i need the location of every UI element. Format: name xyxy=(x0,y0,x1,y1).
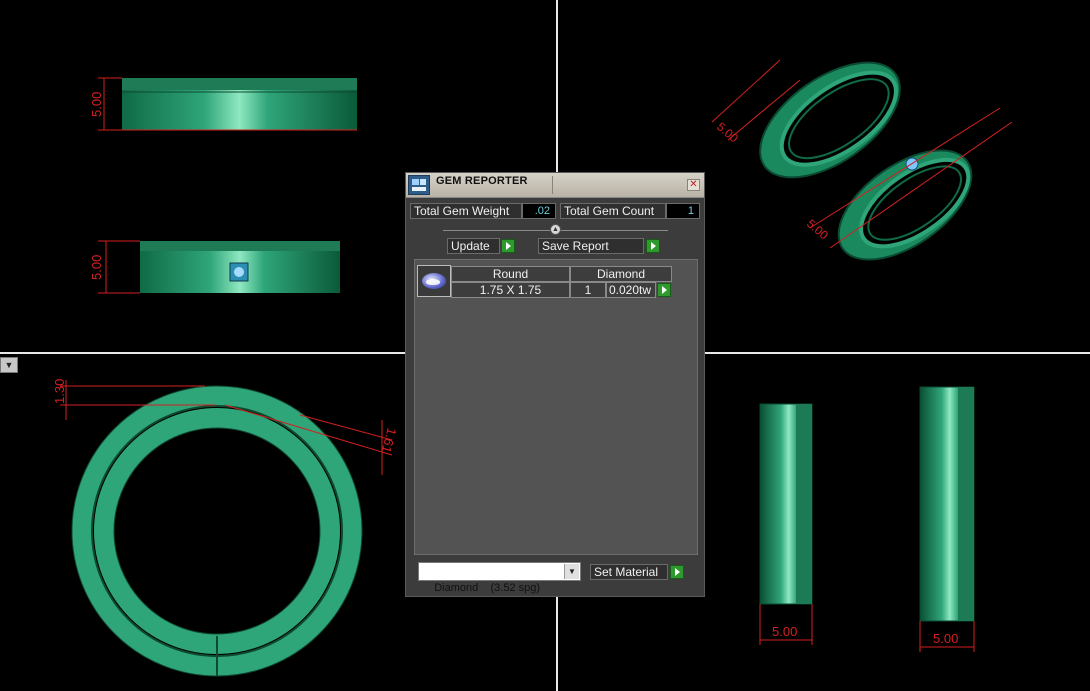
gem-reporter-panel: GEM REPORTER ✕ Total Gem Weight .02 Tota… xyxy=(405,172,705,597)
dim-label-front-top: 5.00 xyxy=(89,92,104,117)
dimension-front-bottom xyxy=(98,240,140,294)
chevron-down-icon[interactable]: ▼ xyxy=(564,564,579,579)
gem-type-header: Diamond xyxy=(570,266,672,282)
round-gem-thumbnail-icon[interactable] xyxy=(417,265,451,297)
gem-shape-header: Round xyxy=(451,266,570,282)
titlebar-separator xyxy=(552,176,553,194)
gem-size-cell: 1.75 X 1.75 xyxy=(451,282,570,298)
dim-label-front-bottom: 5.00 xyxy=(89,255,104,280)
dim-label-perspective-right: 5.00 xyxy=(804,217,831,243)
save-report-go-icon[interactable] xyxy=(646,239,660,253)
top-view-ring xyxy=(71,385,363,677)
set-material-button[interactable]: Set Material xyxy=(590,564,668,580)
dim-label-perspective-left: 5.00 xyxy=(714,120,741,146)
gem-weight-cell: 0.020tw xyxy=(606,282,656,298)
update-button[interactable]: Update xyxy=(447,238,500,254)
set-material-go-icon[interactable] xyxy=(670,565,684,579)
front-view-ring-top xyxy=(122,78,357,131)
gem-reporter-icon xyxy=(408,175,430,195)
front-view-ring-bottom xyxy=(140,241,340,293)
gem-row-go-icon[interactable] xyxy=(657,283,671,297)
total-gem-count-label: Total Gem Count xyxy=(560,203,666,219)
close-icon[interactable]: ✕ xyxy=(687,179,700,191)
dim-label-side-right: 5.00 xyxy=(933,631,958,646)
material-select-value: Diamond (3.52 spg) xyxy=(434,582,541,594)
total-gem-weight-value: .02 xyxy=(522,203,556,219)
total-gem-weight-label: Total Gem Weight xyxy=(410,203,522,219)
side-view-ring-right xyxy=(919,386,975,622)
material-select[interactable]: Diamond (3.52 spg) ▼ xyxy=(418,562,581,594)
panel-title: GEM REPORTER xyxy=(436,175,528,187)
dim-label-side-left: 5.00 xyxy=(772,624,797,639)
panel-titlebar[interactable]: GEM REPORTER ✕ xyxy=(406,173,704,198)
side-view-ring-left xyxy=(759,403,813,605)
viewport-menu-dropdown[interactable]: ▼ xyxy=(0,357,18,373)
total-gem-count-value: 1 xyxy=(666,203,700,219)
gem-list[interactable]: Round Diamond 1.75 X 1.75 1 0.020tw xyxy=(414,259,698,555)
collapse-toggle-icon[interactable]: ▲ xyxy=(550,224,561,235)
dim-label-top-view-a: 1.30 xyxy=(52,379,67,404)
gem-count-cell: 1 xyxy=(570,282,606,298)
save-report-button[interactable]: Save Report xyxy=(538,238,644,254)
update-go-icon[interactable] xyxy=(501,239,515,253)
